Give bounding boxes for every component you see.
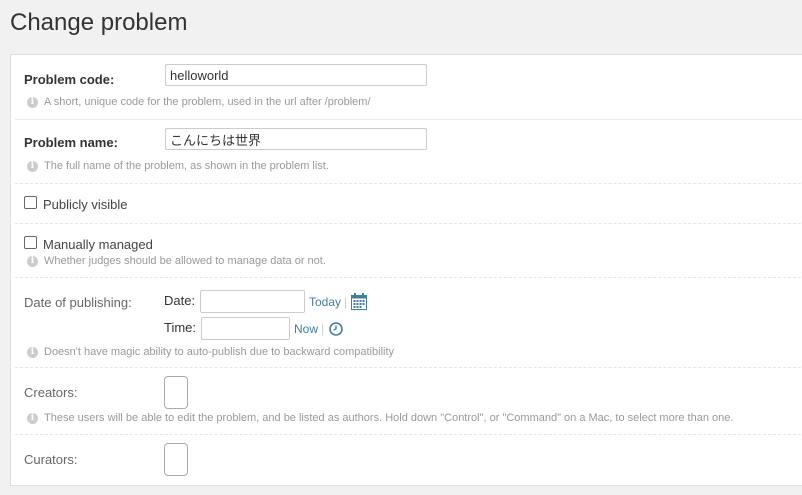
name-input[interactable] <box>165 128 427 150</box>
public-label[interactable]: Publicly visible <box>43 197 128 212</box>
field-row-code: Problem code: i A short, unique code for… <box>15 55 802 120</box>
date-help: i Doesn't have magic ability to auto-pub… <box>27 346 394 358</box>
code-input[interactable] <box>165 64 427 86</box>
managed-label[interactable]: Manually managed <box>43 237 153 252</box>
date-sublabel: Date: <box>164 293 196 308</box>
curators-label: Curators: <box>24 452 78 467</box>
name-label: Problem name: <box>24 135 118 150</box>
clock-icon[interactable] <box>329 322 343 341</box>
today-link[interactable]: Today <box>309 295 341 309</box>
info-icon: i <box>27 160 38 172</box>
time-input[interactable] <box>201 317 290 340</box>
field-row-public: Publicly visible <box>15 184 802 224</box>
field-row-managed: Manually managed i Whether judges should… <box>15 224 802 278</box>
info-icon: i <box>27 255 38 267</box>
code-label: Problem code: <box>24 72 115 87</box>
authors-help: i These users will be able to edit the p… <box>27 412 733 424</box>
field-row-curators: Curators: <box>15 435 802 495</box>
info-icon: i <box>27 412 38 424</box>
field-row-date: Date of publishing: Date: Today | Time: … <box>15 278 802 368</box>
code-help: i A short, unique code for the problem, … <box>27 96 371 108</box>
code-help-text: A short, unique code for the problem, us… <box>44 96 371 108</box>
time-sublabel: Time: <box>164 320 197 335</box>
info-icon: i <box>27 346 38 358</box>
separator: | <box>344 295 348 309</box>
authors-select[interactable] <box>164 376 188 409</box>
managed-help: i Whether judges should be allowed to ma… <box>27 255 326 267</box>
authors-label: Creators: <box>24 385 78 400</box>
authors-help-text: These users will be able to edit the pro… <box>44 412 734 424</box>
separator: | <box>321 322 325 336</box>
name-help-text: The full name of the problem, as shown i… <box>44 160 329 172</box>
date-input[interactable] <box>200 290 305 313</box>
form-panel: Problem code: i A short, unique code for… <box>10 54 802 486</box>
curators-select[interactable] <box>164 443 188 476</box>
field-row-authors: Creators: i These users will be able to … <box>15 368 802 435</box>
info-icon: i <box>27 96 38 108</box>
now-link[interactable]: Now <box>294 322 318 336</box>
page-title: Change problem <box>10 9 188 36</box>
calendar-icon[interactable] <box>351 293 367 315</box>
field-row-name: Problem name: i The full name of the pro… <box>15 120 802 184</box>
managed-help-text: Whether judges should be allowed to mana… <box>44 255 326 267</box>
managed-checkbox[interactable] <box>24 236 37 249</box>
name-help: i The full name of the problem, as shown… <box>27 160 329 172</box>
public-checkbox[interactable] <box>24 196 37 209</box>
date-label: Date of publishing: <box>24 295 132 310</box>
date-help-text: Doesn't have magic ability to auto-publi… <box>44 346 395 358</box>
